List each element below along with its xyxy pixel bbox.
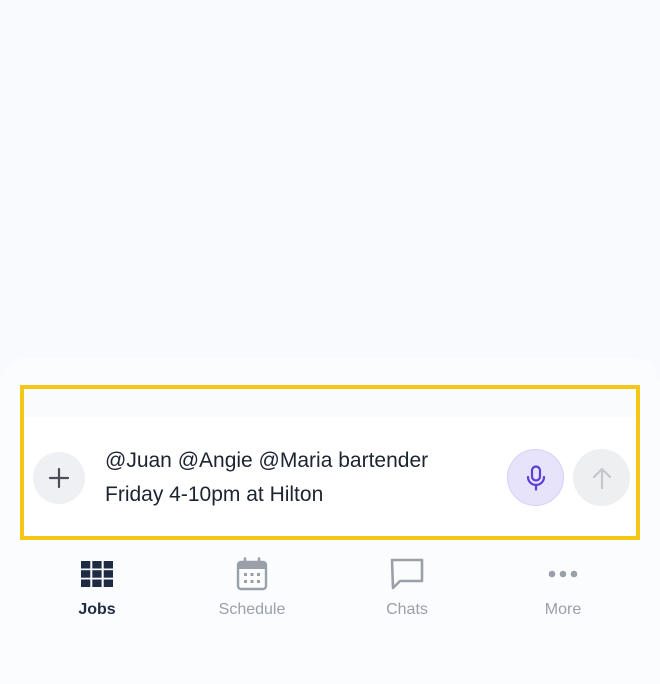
add-attachment-button[interactable] xyxy=(33,452,85,504)
voice-input-button[interactable] xyxy=(507,449,564,506)
plus-icon xyxy=(48,467,70,489)
message-input[interactable]: @Juan @Angie @Maria bartender Friday 4-1… xyxy=(105,444,495,512)
grid-icon xyxy=(81,561,113,587)
send-button[interactable] xyxy=(573,449,630,506)
tab-label-chats: Chats xyxy=(386,601,428,618)
tab-schedule[interactable]: Schedule xyxy=(177,552,327,632)
tab-label-schedule: Schedule xyxy=(218,601,286,618)
tab-more[interactable]: More xyxy=(488,552,638,632)
chat-bubble-icon xyxy=(390,558,424,590)
bottom-tab-bar: Jobs Schedule Chats More xyxy=(0,552,660,632)
message-line-1: @Juan @Angie @Maria bartender xyxy=(105,449,429,472)
microphone-icon xyxy=(526,464,545,491)
arrow-up-icon xyxy=(592,467,611,489)
calendar-icon xyxy=(236,557,268,591)
message-line-2: Friday 4-10pm at Hilton xyxy=(105,483,324,506)
more-dots-icon xyxy=(548,570,578,578)
tab-chats[interactable]: Chats xyxy=(332,552,482,632)
tab-label-jobs: Jobs xyxy=(78,601,116,618)
tab-jobs[interactable]: Jobs xyxy=(22,552,172,632)
tab-label-more: More xyxy=(544,601,582,618)
app-screen: @Juan @Angie @Maria bartender Friday 4-1… xyxy=(0,0,660,684)
